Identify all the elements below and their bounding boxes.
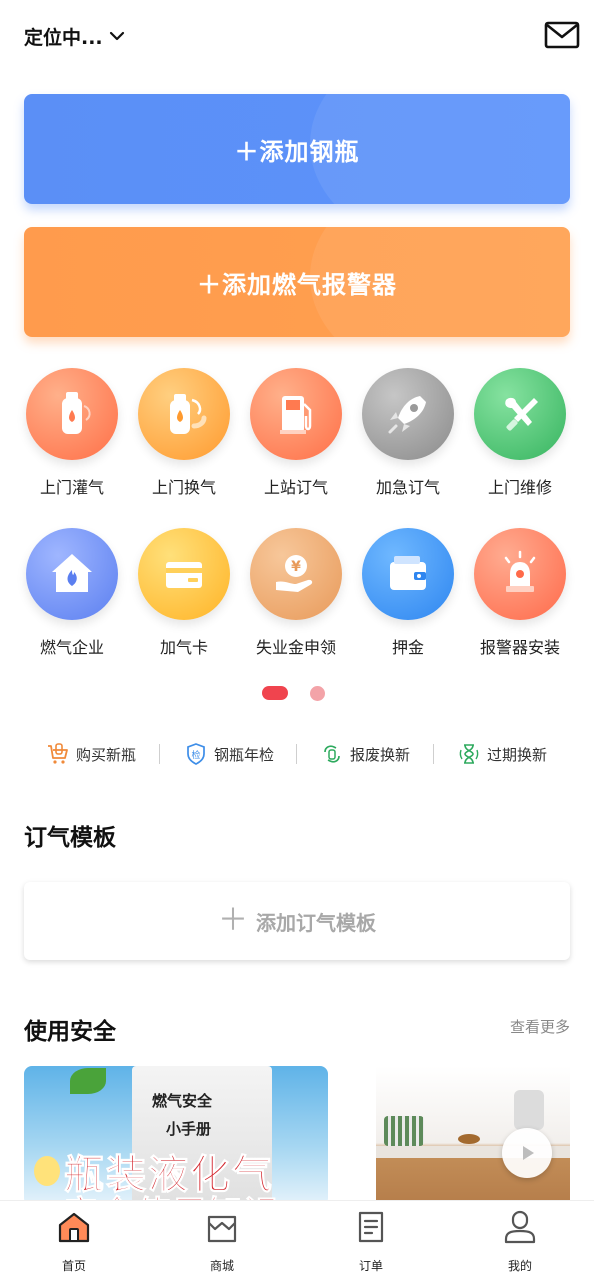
service-label: 押金 <box>391 638 424 657</box>
cylinder-exchange-icon <box>138 368 230 460</box>
bottom-tab-bar: 首页 商城 订单 我的 <box>0 1200 594 1280</box>
service-label: 上门灌气 <box>39 478 104 497</box>
add-order-template-button[interactable]: ＋ 添加订气模板 <box>24 882 570 960</box>
home-icon <box>58 1212 90 1243</box>
page-dot[interactable] <box>310 686 325 701</box>
quick-scrap-renew[interactable]: 报废换新 <box>320 738 410 770</box>
service-home-exchange[interactable]: 上门换气 <box>129 368 239 498</box>
shop-icon <box>207 1215 237 1243</box>
yuan-coin-hand-icon: ¥ <box>250 528 342 620</box>
service-unemployment[interactable]: ¥ 失业金申领 <box>241 528 351 658</box>
kettle-decoration <box>514 1090 544 1130</box>
service-home-refill[interactable]: 上门灌气 <box>17 368 127 498</box>
page-dot-active[interactable] <box>262 686 288 700</box>
service-label: 报警器安装 <box>479 638 560 657</box>
order-template-title: 订气模板 <box>24 825 116 851</box>
view-more-link[interactable]: 查看更多 <box>510 1016 570 1037</box>
divider <box>433 744 434 764</box>
quick-links: 购买新瓶 检 钢瓶年检 报废换新 过期换新 <box>0 738 594 770</box>
service-deposit[interactable]: 押金 <box>353 528 463 658</box>
service-label: 燃气企业 <box>39 638 104 657</box>
plates-decoration <box>384 1116 424 1146</box>
safety-title: 使用安全 <box>24 1019 116 1045</box>
quick-label: 钢瓶年检 <box>214 745 275 764</box>
flame-house-icon <box>26 528 118 620</box>
tools-icon <box>474 368 566 460</box>
recycle-icon <box>324 745 340 763</box>
divider <box>159 744 160 764</box>
rocket-icon <box>362 368 454 460</box>
location-text: 定位中... <box>24 26 103 49</box>
banner-text-2: 小手册 <box>166 1120 212 1138</box>
service-gas-company[interactable]: 燃气企业 <box>17 528 127 658</box>
service-gas-card[interactable]: 加气卡 <box>129 528 239 658</box>
page-indicator <box>0 686 594 701</box>
order-icon <box>358 1211 384 1243</box>
add-alarm-button[interactable]: ＋添加燃气报警器 <box>24 227 570 337</box>
safety-banner-handbook[interactable]: 燃气安全 小手册 瓶装液化气 安全使用知识 <box>24 1066 328 1206</box>
bulb-decoration <box>34 1156 60 1186</box>
service-label: 加气卡 <box>159 638 208 657</box>
service-label: 上站订气 <box>263 478 328 497</box>
quick-label: 报废换新 <box>350 745 411 764</box>
gas-cylinder-icon <box>26 368 118 460</box>
divider <box>296 744 297 764</box>
service-alarm-install[interactable]: 报警器安装 <box>465 528 575 658</box>
service-label: 失业金申领 <box>255 638 336 657</box>
quick-label: 过期换新 <box>487 745 548 764</box>
cart-icon <box>48 743 68 764</box>
service-label: 上门换气 <box>151 478 216 497</box>
svg-text:检: 检 <box>191 749 200 761</box>
quick-buy-new[interactable]: 购买新瓶 <box>46 738 136 770</box>
top-bar: 定位中... <box>0 0 594 72</box>
chevron-down-icon <box>109 31 124 41</box>
service-urgent-order[interactable]: 加急订气 <box>353 368 463 498</box>
user-icon <box>504 1210 536 1244</box>
service-station-order[interactable]: 上站订气 <box>241 368 351 498</box>
add-cylinder-label: ＋添加钢瓶 <box>234 137 360 166</box>
location-selector[interactable]: 定位中... <box>24 22 125 50</box>
mail-icon[interactable] <box>544 20 580 50</box>
wallet-icon <box>362 528 454 620</box>
inspection-icon: 检 <box>187 743 205 765</box>
tab-shop[interactable]: 商城 <box>172 1209 272 1274</box>
tab-profile[interactable]: 我的 <box>470 1209 570 1274</box>
bread-decoration <box>458 1134 480 1144</box>
tab-label: 我的 <box>507 1259 532 1273</box>
tab-home[interactable]: 首页 <box>24 1209 124 1274</box>
service-label: 加急订气 <box>375 478 440 497</box>
card-icon <box>138 528 230 620</box>
quick-annual-inspection[interactable]: 检 钢瓶年检 <box>184 738 274 770</box>
add-alarm-label: ＋添加燃气报警器 <box>197 270 397 299</box>
gas-station-icon <box>250 368 342 460</box>
tab-label: 订单 <box>358 1259 383 1273</box>
hourglass-icon <box>459 744 479 764</box>
add-cylinder-button[interactable]: ＋添加钢瓶 <box>24 94 570 204</box>
quick-expired-renew[interactable]: 过期换新 <box>457 738 547 770</box>
leaf-decoration <box>70 1068 106 1094</box>
service-home-repair[interactable]: 上门维修 <box>465 368 575 498</box>
tab-label: 商城 <box>209 1259 234 1273</box>
quick-label: 购买新瓶 <box>76 745 137 764</box>
tab-orders[interactable]: 订单 <box>321 1209 421 1274</box>
banner-text-1: 燃气安全 <box>152 1092 213 1110</box>
svg-text:¥: ¥ <box>291 559 301 575</box>
alarm-siren-icon <box>474 528 566 620</box>
tab-label: 首页 <box>61 1259 86 1273</box>
add-order-template-label: 添加订气模板 <box>256 910 376 935</box>
service-label: 上门维修 <box>487 478 552 497</box>
play-icon[interactable] <box>502 1128 552 1178</box>
plus-icon: ＋ <box>218 903 248 938</box>
